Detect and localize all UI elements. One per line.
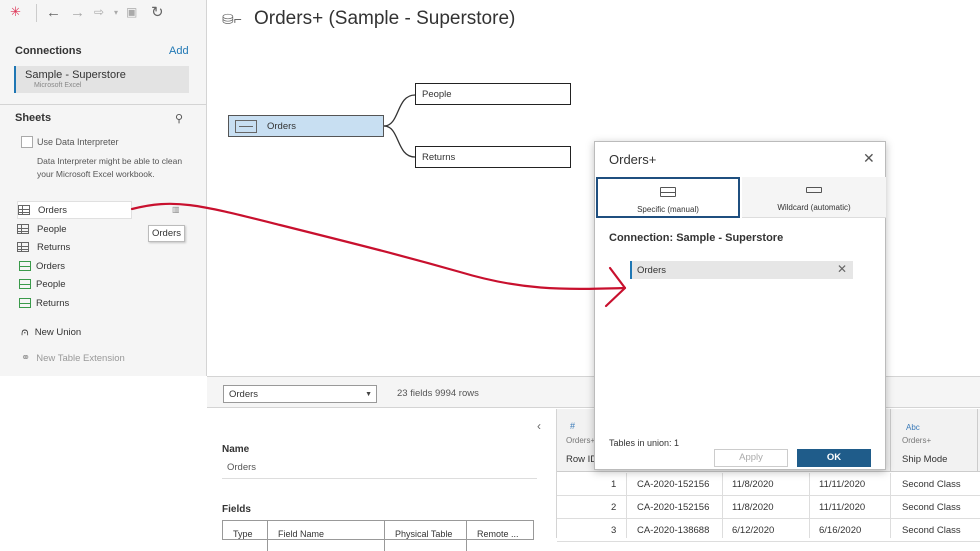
collapse-icon[interactable]: ‹ [537,419,541,433]
column-header[interactable]: Type [223,521,268,551]
selected-table: Orders [229,388,259,400]
tab-label: Wildcard (automatic) [777,203,851,212]
column-header[interactable]: Physical Table [385,521,467,551]
name-label: Name [222,444,250,455]
row-number: 2 [611,502,617,513]
canvas-table-people[interactable]: People [415,83,571,105]
column-name[interactable]: Row ID [566,454,597,465]
ship-date-cell: 11/11/2020 [819,479,866,490]
ship-mode-cell: Second Class [902,525,961,536]
table-row: 2 CA-2020-152156 11/8/2020 11/11/2020 Se… [557,496,980,519]
order-id-cell: CA-2020-152156 [637,502,710,513]
name-input[interactable]: Orders [227,462,256,473]
column-divider [809,473,810,538]
table-row: 1 CA-2020-152156 11/8/2020 11/11/2020 Se… [557,473,980,496]
column-divider [890,409,891,472]
union-table-chip[interactable]: Orders ✕ [630,261,853,279]
row-number: 3 [611,525,617,536]
tables-in-union-count: Tables in union: 1 [609,438,680,448]
wildcard-union-icon [806,187,822,193]
tab-specific[interactable]: Specific (manual) [596,177,740,218]
fields-label: Fields [222,504,251,515]
divider [222,478,537,479]
chevron-down-icon: ▼ [365,390,372,398]
ship-date-cell: 11/11/2020 [819,502,866,513]
table-label: People [422,88,452,100]
ship-mode-cell: Second Class [902,502,961,513]
column-divider [722,473,723,538]
apply-button[interactable]: Apply [714,449,788,467]
column-divider [626,473,627,538]
number-type-icon[interactable]: # [570,421,575,431]
ok-button[interactable]: OK [797,449,871,467]
order-date-cell: 11/8/2020 [732,502,774,513]
metadata-panel: ‹ Name Orders Fields Type Field Name Phy… [207,409,552,551]
union-dialog: Orders+ ✕ Specific (manual) Wildcard (au… [594,141,886,470]
column-source: Orders+ [566,436,596,445]
order-id-cell: CA-2020-152156 [637,479,710,490]
manual-union-icon [660,187,676,197]
column-header[interactable]: Remote ... [467,521,533,551]
remove-icon[interactable]: ✕ [837,262,847,276]
ship-mode-cell: Second Class [902,479,961,490]
connection-label: Connection: Sample - Superstore [609,232,784,244]
order-date-cell: 11/8/2020 [732,479,774,490]
union-table-label: Orders [637,264,667,276]
column-divider [890,473,891,538]
table-label: Orders [267,120,297,132]
tab-label: Specific (manual) [637,205,699,214]
order-id-cell: CA-2020-138688 [637,525,710,536]
column-header[interactable]: Field Name [268,521,385,551]
union-table-icon [235,119,257,133]
row-number: 1 [611,479,617,490]
fields-table-header: Type Field Name Physical Table Remote ..… [222,520,534,551]
ship-date-cell: 6/16/2020 [819,525,862,536]
table-row: 3 CA-2020-138688 6/12/2020 6/16/2020 Sec… [557,519,980,542]
close-icon[interactable]: ✕ [863,150,875,167]
table-label: Returns [422,151,456,163]
string-type-icon[interactable]: Abc [906,423,920,432]
table-select[interactable]: Orders ▼ [223,385,377,403]
column-source: Orders+ [902,436,932,445]
tab-wildcard[interactable]: Wildcard (automatic) [742,177,886,218]
field-count: 23 fields 9994 rows [397,388,479,399]
dialog-title: Orders+ [609,152,657,167]
column-name[interactable]: Ship Mode [902,454,947,465]
order-date-cell: 6/12/2020 [732,525,775,536]
column-divider [977,409,978,472]
canvas-table-returns[interactable]: Returns [415,146,571,168]
canvas-table-orders[interactable]: Orders [228,115,384,137]
